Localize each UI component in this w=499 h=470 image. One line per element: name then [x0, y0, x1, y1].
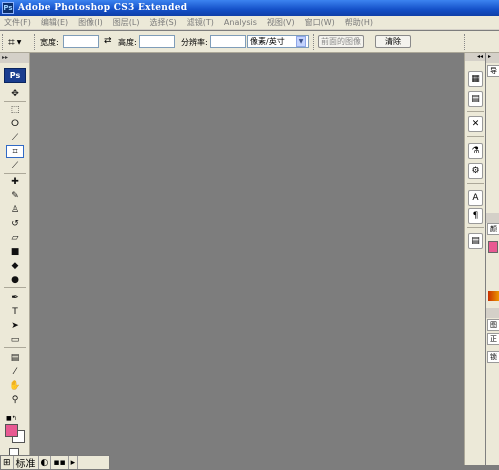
clone-stamp-tool-icon[interactable]: ♙	[6, 203, 24, 216]
options-divider	[464, 34, 467, 50]
history-icon[interactable]: ▤	[468, 91, 483, 107]
tool-presets-icon[interactable]: ✕	[468, 116, 483, 132]
hand-tool-icon[interactable]: ✋	[6, 379, 24, 392]
panel-header	[486, 213, 499, 223]
magic-wand-tool-icon[interactable]: ⟋	[6, 131, 24, 144]
gradient-tool-icon[interactable]: ■	[6, 245, 24, 258]
brush-tool-icon[interactable]: ✎	[6, 189, 24, 202]
healing-brush-tool-icon[interactable]: ✚	[6, 175, 24, 188]
dock-expand-icon[interactable]: ◂◂	[465, 53, 485, 61]
panel-header	[486, 308, 499, 318]
menu-filter[interactable]: 滤镜(T)	[183, 17, 220, 28]
menu-help[interactable]: 帮助(H)	[341, 17, 379, 28]
slice-tool-icon[interactable]: ⟋	[6, 159, 24, 172]
dodge-tool-icon[interactable]: ●	[6, 273, 24, 286]
shape-tool-icon[interactable]: ▭	[6, 333, 24, 346]
right-panels: ▸ 导 颜 图 正 锁	[485, 53, 499, 465]
navigator-tab[interactable]: 导	[487, 65, 499, 77]
menu-image[interactable]: 图像(I)	[74, 17, 109, 28]
blur-tool-icon[interactable]: ◆	[6, 259, 24, 272]
resolution-label: 分辨率:	[181, 38, 208, 47]
crop-icon: ⌗	[8, 34, 15, 49]
options-bar: ⌗ ▼ 宽度: ⇄ 高度: 分辨率: 像素/英寸 ▼ 前面的图像 清除	[0, 31, 499, 53]
panel-dock: ◂◂ ▦ ▤ ✕ ⚗ ⚙ A ¶ ▤	[464, 53, 485, 465]
swap-dimensions-icon[interactable]: ⇄	[104, 36, 112, 46]
pen-tool-icon[interactable]: ✒	[6, 291, 24, 304]
menu-edit[interactable]: 编辑(E)	[37, 17, 74, 28]
dock-divider	[467, 227, 484, 228]
paragraph-icon[interactable]: ¶	[468, 208, 483, 224]
height-label: 高度:	[118, 38, 137, 47]
standard-mode-label: 标准	[15, 459, 36, 470]
layer-comps-icon[interactable]: ▤	[468, 233, 483, 249]
width-field[interactable]	[63, 35, 99, 48]
notes-tool-icon[interactable]: ▤	[6, 351, 24, 364]
options-grip[interactable]	[2, 34, 5, 50]
mode-icon[interactable]: ⊞	[1, 456, 14, 469]
default-colors-icon[interactable]: ■↰	[6, 415, 17, 422]
more-icon[interactable]: ▸	[69, 456, 79, 469]
type-tool-icon[interactable]: T	[6, 305, 24, 318]
menu-select[interactable]: 选择(S)	[145, 17, 182, 28]
app-icon: Ps	[2, 2, 14, 14]
width-label: 宽度:	[40, 38, 59, 47]
eyedropper-tool-icon[interactable]: ⁄	[6, 365, 24, 378]
menu-layer[interactable]: 图层(L)	[109, 17, 146, 28]
resolution-unit-select[interactable]: 像素/英寸 ▼	[247, 35, 309, 48]
clone-source-icon[interactable]: ⚙	[468, 163, 483, 179]
dock-divider	[467, 111, 484, 112]
quick-mask-toggle-icon[interactable]: ◐	[39, 456, 52, 469]
title-bar: Ps Adobe Photoshop CS3 Extended	[0, 0, 499, 16]
menu-window[interactable]: 窗口(W)	[301, 17, 341, 28]
options-divider	[313, 34, 316, 50]
lasso-tool-icon[interactable]: ⵔ	[6, 117, 24, 130]
standard-mode-button[interactable]: 标准	[14, 456, 39, 470]
foreground-color-swatch[interactable]	[5, 424, 18, 437]
brushes-icon[interactable]: ⚗	[468, 143, 483, 159]
zoom-tool-icon[interactable]: ⚲	[6, 393, 24, 406]
tool-preset-picker[interactable]: ⌗ ▼	[8, 34, 32, 50]
chevron-down-icon: ▼	[296, 36, 306, 47]
tool-divider	[4, 173, 26, 174]
move-tool-icon[interactable]: ✥	[6, 87, 24, 100]
color-swatch[interactable]	[488, 241, 498, 253]
clear-button[interactable]: 清除	[375, 35, 411, 48]
tool-divider	[4, 347, 26, 348]
resolution-field[interactable]	[210, 35, 246, 48]
photoshop-window: Ps Adobe Photoshop CS3 Extended 文件(F) 编辑…	[0, 0, 499, 470]
eraser-tool-icon[interactable]: ▱	[6, 231, 24, 244]
marquee-tool-icon[interactable]: ⬚	[6, 103, 24, 116]
toolbox-collapse-icon[interactable]: ▸▸	[0, 53, 29, 63]
tool-divider	[4, 287, 26, 288]
navigator-icon[interactable]: ▦	[468, 71, 483, 87]
crop-tool-icon[interactable]: ⌗	[6, 145, 24, 158]
character-icon[interactable]: A	[468, 190, 483, 206]
panel-collapse-icon[interactable]: ▸	[486, 53, 499, 63]
blend-mode-field[interactable]: 正	[487, 333, 499, 345]
layers-tab[interactable]: 图	[487, 319, 499, 331]
menu-view[interactable]: 视图(V)	[263, 17, 301, 28]
tool-divider	[4, 101, 26, 102]
menu-analysis[interactable]: Analysis	[220, 18, 263, 27]
status-bar: ⊞ 标准 ◐ ▪▪ ▸	[0, 455, 110, 470]
front-image-button[interactable]: 前面的图像	[318, 35, 364, 48]
chevron-down-icon: ▼	[16, 38, 22, 46]
color-tab[interactable]: 颜	[487, 223, 499, 235]
window-title: Adobe Photoshop CS3 Extended	[18, 3, 188, 13]
ps-logo[interactable]: Ps	[4, 68, 26, 83]
menu-bar: 文件(F) 编辑(E) 图像(I) 图层(L) 选择(S) 滤镜(T) Anal…	[0, 16, 499, 30]
dock-divider	[467, 136, 484, 137]
height-field[interactable]	[139, 35, 175, 48]
screen-mode-icon[interactable]: ▪▪	[51, 456, 69, 469]
history-brush-tool-icon[interactable]: ↺	[6, 217, 24, 230]
path-selection-tool-icon[interactable]: ➤	[6, 319, 24, 332]
resolution-unit-value: 像素/英寸	[250, 37, 285, 46]
options-divider	[34, 34, 37, 50]
lock-label: 锁	[487, 351, 499, 363]
menu-file[interactable]: 文件(F)	[0, 17, 37, 28]
dock-divider	[467, 183, 484, 184]
toolbox: ▸▸ Ps ✥ ⬚ ⵔ ⟋ ⌗ ⟋ ✚ ✎ ♙ ↺ ▱ ■ ◆ ● ✒ T ➤ …	[0, 53, 30, 465]
color-ramp[interactable]	[488, 291, 499, 301]
